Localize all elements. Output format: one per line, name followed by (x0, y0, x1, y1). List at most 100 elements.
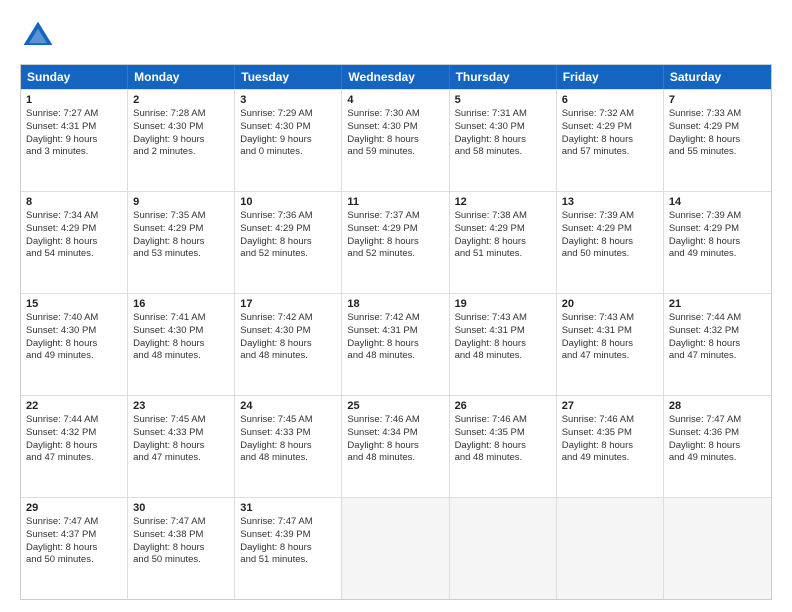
day-number: 9 (133, 196, 229, 208)
day-number: 1 (26, 94, 122, 106)
day-info: Sunrise: 7:29 AMSunset: 4:30 PMDaylight:… (240, 108, 336, 159)
day-number: 22 (26, 400, 122, 412)
cal-cell: 13Sunrise: 7:39 AMSunset: 4:29 PMDayligh… (557, 192, 664, 293)
day-info: Sunrise: 7:47 AMSunset: 4:38 PMDaylight:… (133, 516, 229, 567)
day-info: Sunrise: 7:30 AMSunset: 4:30 PMDaylight:… (347, 108, 443, 159)
day-number: 21 (669, 298, 766, 310)
cal-cell: 9Sunrise: 7:35 AMSunset: 4:29 PMDaylight… (128, 192, 235, 293)
cal-header-cell: Friday (557, 65, 664, 89)
day-info: Sunrise: 7:46 AMSunset: 4:35 PMDaylight:… (562, 414, 658, 465)
cal-week: 8Sunrise: 7:34 AMSunset: 4:29 PMDaylight… (21, 191, 771, 293)
day-info: Sunrise: 7:27 AMSunset: 4:31 PMDaylight:… (26, 108, 122, 159)
cal-header-cell: Saturday (664, 65, 771, 89)
day-info: Sunrise: 7:45 AMSunset: 4:33 PMDaylight:… (240, 414, 336, 465)
day-info: Sunrise: 7:33 AMSunset: 4:29 PMDaylight:… (669, 108, 766, 159)
cal-cell: 19 Sunrise: 7:43 AMSunset: 4:31 PMDayligh… (450, 294, 557, 395)
day-number: 6 (562, 94, 658, 106)
day-info: Sunrise: 7:43 AMSunset: 4:31 PMDaylight:… (455, 312, 551, 363)
day-info: Sunrise: 7:37 AMSunset: 4:29 PMDaylight:… (347, 210, 443, 261)
day-number: 2 (133, 94, 229, 106)
day-number: 23 (133, 400, 229, 412)
day-number: 25 (347, 400, 443, 412)
cal-cell: 3 Sunrise: 7:29 AMSunset: 4:30 PMDaylight… (235, 90, 342, 191)
day-number: 4 (347, 94, 443, 106)
cal-week: 29 Sunrise: 7:47 AMSunset: 4:37 PMDayligh… (21, 497, 771, 599)
day-number: 19 (455, 298, 551, 310)
day-info: Sunrise: 7:44 AMSunset: 4:32 PMDaylight:… (26, 414, 122, 465)
cal-cell: 17 Sunrise: 7:42 AMSunset: 4:30 PMDayligh… (235, 294, 342, 395)
day-number: 7 (669, 94, 766, 106)
day-number: 17 (240, 298, 336, 310)
day-info: Sunrise: 7:28 AMSunset: 4:30 PMDaylight:… (133, 108, 229, 159)
cal-week: 15 Sunrise: 7:40 AMSunset: 4:30 PMDayligh… (21, 293, 771, 395)
page: SundayMondayTuesdayWednesdayThursdayFrid… (0, 0, 792, 612)
cal-cell: 26 Sunrise: 7:46 AMSunset: 4:35 PMDayligh… (450, 396, 557, 497)
day-number: 26 (455, 400, 551, 412)
cal-cell: 29 Sunrise: 7:47 AMSunset: 4:37 PMDayligh… (21, 498, 128, 599)
day-number: 29 (26, 502, 122, 514)
day-number: 13 (562, 196, 658, 208)
cal-cell: 4 Sunrise: 7:30 AMSunset: 4:30 PMDaylight… (342, 90, 449, 191)
day-number: 10 (240, 196, 336, 208)
cal-header-cell: Sunday (21, 65, 128, 89)
cal-cell: 25 Sunrise: 7:46 AMSunset: 4:34 PMDayligh… (342, 396, 449, 497)
day-info: Sunrise: 7:47 AMSunset: 4:37 PMDaylight:… (26, 516, 122, 567)
day-number: 31 (240, 502, 336, 514)
day-info: Sunrise: 7:40 AMSunset: 4:30 PMDaylight:… (26, 312, 122, 363)
cal-cell: 24 Sunrise: 7:45 AMSunset: 4:33 PMDayligh… (235, 396, 342, 497)
day-info: Sunrise: 7:42 AMSunset: 4:31 PMDaylight:… (347, 312, 443, 363)
day-number: 27 (562, 400, 658, 412)
day-number: 24 (240, 400, 336, 412)
day-info: Sunrise: 7:47 AMSunset: 4:39 PMDaylight:… (240, 516, 336, 567)
day-info: Sunrise: 7:46 AMSunset: 4:34 PMDaylight:… (347, 414, 443, 465)
header (20, 18, 772, 54)
day-info: Sunrise: 7:41 AMSunset: 4:30 PMDaylight:… (133, 312, 229, 363)
cal-cell (557, 498, 664, 599)
day-info: Sunrise: 7:31 AMSunset: 4:30 PMDaylight:… (455, 108, 551, 159)
day-info: Sunrise: 7:39 AMSunset: 4:29 PMDaylight:… (669, 210, 766, 261)
cal-header-cell: Tuesday (235, 65, 342, 89)
cal-cell: 10 Sunrise: 7:36 AMSunset: 4:29 PMDayligh… (235, 192, 342, 293)
cal-cell: 23 Sunrise: 7:45 AMSunset: 4:33 PMDayligh… (128, 396, 235, 497)
cal-cell: 31 Sunrise: 7:47 AMSunset: 4:39 PMDayligh… (235, 498, 342, 599)
cal-cell: 8Sunrise: 7:34 AMSunset: 4:29 PMDaylight… (21, 192, 128, 293)
cal-cell: 6Sunrise: 7:32 AMSunset: 4:29 PMDaylight… (557, 90, 664, 191)
cal-cell: 1 Sunrise: 7:27 AMSunset: 4:31 PMDaylight… (21, 90, 128, 191)
cal-header-cell: Thursday (450, 65, 557, 89)
day-info: Sunrise: 7:36 AMSunset: 4:29 PMDaylight:… (240, 210, 336, 261)
logo (20, 18, 60, 54)
day-info: Sunrise: 7:47 AMSunset: 4:36 PMDaylight:… (669, 414, 766, 465)
calendar: SundayMondayTuesdayWednesdayThursdayFrid… (20, 64, 772, 600)
day-number: 30 (133, 502, 229, 514)
calendar-header-row: SundayMondayTuesdayWednesdayThursdayFrid… (21, 65, 771, 89)
cal-cell: 14 Sunrise: 7:39 AMSunset: 4:29 PMDayligh… (664, 192, 771, 293)
day-info: Sunrise: 7:34 AMSunset: 4:29 PMDaylight:… (26, 210, 122, 261)
day-number: 18 (347, 298, 443, 310)
cal-cell: 27 Sunrise: 7:46 AMSunset: 4:35 PMDayligh… (557, 396, 664, 497)
cal-cell: 12Sunrise: 7:38 AMSunset: 4:29 PMDayligh… (450, 192, 557, 293)
cal-header-cell: Wednesday (342, 65, 449, 89)
day-number: 3 (240, 94, 336, 106)
calendar-body: 1 Sunrise: 7:27 AMSunset: 4:31 PMDaylight… (21, 89, 771, 599)
day-number: 28 (669, 400, 766, 412)
day-number: 16 (133, 298, 229, 310)
cal-week: 1 Sunrise: 7:27 AMSunset: 4:31 PMDaylight… (21, 89, 771, 191)
day-info: Sunrise: 7:45 AMSunset: 4:33 PMDaylight:… (133, 414, 229, 465)
cal-cell: 7 Sunrise: 7:33 AMSunset: 4:29 PMDaylight… (664, 90, 771, 191)
day-number: 5 (455, 94, 551, 106)
day-info: Sunrise: 7:46 AMSunset: 4:35 PMDaylight:… (455, 414, 551, 465)
cal-cell: 28 Sunrise: 7:47 AMSunset: 4:36 PMDayligh… (664, 396, 771, 497)
day-info: Sunrise: 7:38 AMSunset: 4:29 PMDaylight:… (455, 210, 551, 261)
day-info: Sunrise: 7:43 AMSunset: 4:31 PMDaylight:… (562, 312, 658, 363)
day-number: 15 (26, 298, 122, 310)
cal-cell: 11Sunrise: 7:37 AMSunset: 4:29 PMDayligh… (342, 192, 449, 293)
cal-cell (342, 498, 449, 599)
cal-cell: 2 Sunrise: 7:28 AMSunset: 4:30 PMDaylight… (128, 90, 235, 191)
cal-cell: 22 Sunrise: 7:44 AMSunset: 4:32 PMDayligh… (21, 396, 128, 497)
cal-cell: 16 Sunrise: 7:41 AMSunset: 4:30 PMDayligh… (128, 294, 235, 395)
cal-header-cell: Monday (128, 65, 235, 89)
day-info: Sunrise: 7:42 AMSunset: 4:30 PMDaylight:… (240, 312, 336, 363)
day-number: 14 (669, 196, 766, 208)
cal-cell: 30 Sunrise: 7:47 AMSunset: 4:38 PMDayligh… (128, 498, 235, 599)
cal-cell: 20Sunrise: 7:43 AMSunset: 4:31 PMDayligh… (557, 294, 664, 395)
